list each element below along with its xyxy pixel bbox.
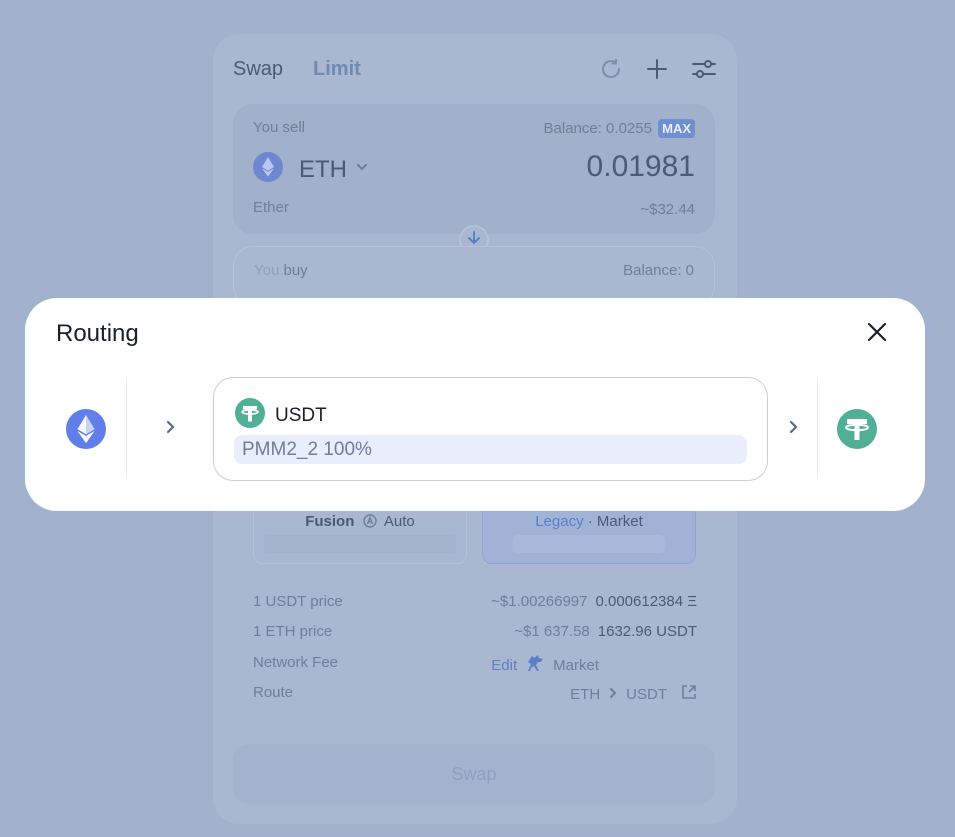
route-divider-right: [817, 378, 818, 478]
refresh-icon[interactable]: [599, 57, 623, 81]
market-label: · Market: [587, 513, 643, 530]
swap-topbar: Swap Limit: [233, 54, 717, 84]
max-button[interactable]: MAX: [658, 119, 695, 138]
route-row: Route ETH USDT: [253, 684, 697, 706]
eth-price-usdt: 1632.96 USDT: [597, 623, 697, 640]
tab-limit[interactable]: Limit: [313, 58, 361, 81]
fusion-mode-bar: [264, 535, 456, 553]
usdt-token-icon: [837, 409, 877, 454]
route-from-token: ETH: [570, 685, 601, 703]
route-divider-left: [126, 378, 127, 478]
usdt-price-values: ~$1.00266997 0.000612384 Ξ: [491, 593, 697, 610]
route-step-token-symbol: USDT: [275, 405, 327, 426]
routing-modal: Routing USDT PMM2_2 100%: [25, 298, 925, 511]
sell-token-selector[interactable]: ETH: [253, 152, 369, 187]
sell-panel: You sell Balance: 0.0255 MAX ETH 0.01981…: [233, 104, 715, 234]
topbar-actions: [599, 57, 717, 81]
network-fee-values: Edit Market: [491, 654, 599, 676]
network-fee-row: Network Fee Edit Market: [253, 654, 697, 676]
usdt-price-usd: ~$1.00266997: [491, 593, 588, 610]
route-to-token: USDT: [626, 685, 667, 703]
fee-edit-link[interactable]: Edit: [491, 657, 517, 674]
tab-swap[interactable]: Swap: [233, 58, 283, 81]
usdt-price-row: 1 USDT price ~$1.00266997 0.000612384 Ξ: [253, 593, 697, 615]
sell-balance: Balance: 0.0255 MAX: [544, 119, 695, 138]
usdt-price-eth: 0.000612384 Ξ: [595, 593, 697, 610]
usdt-price-label: 1 USDT price: [253, 593, 343, 610]
eth-price-row: 1 ETH price ~$1 637.58 1632.96 USDT: [253, 623, 697, 645]
eth-icon: [253, 152, 283, 187]
eth-price-label: 1 ETH price: [253, 623, 333, 640]
auto-label: Auto: [383, 513, 415, 530]
sell-balance-text: Balance: 0.0255: [543, 120, 652, 137]
modal-title: Routing: [56, 320, 139, 347]
buy-panel: You buy Balance: 0: [233, 246, 715, 306]
sell-label: You sell: [253, 119, 305, 136]
legacy-label: Legacy: [535, 513, 584, 530]
legacy-mode-label: Legacy · Market: [483, 513, 695, 530]
eth-price-usd: ~$1 637.58: [514, 623, 590, 640]
chevron-right-icon: [788, 418, 800, 441]
sell-usd-value: ~$32.44: [640, 201, 695, 218]
chevron-right-icon: [165, 418, 177, 441]
settings-sliders-icon[interactable]: [691, 57, 717, 81]
fee-mode: Market: [553, 656, 599, 674]
chevron-down-icon: [355, 160, 369, 179]
swap-button[interactable]: Swap: [233, 744, 715, 804]
sell-amount-input[interactable]: 0.01981: [587, 150, 695, 184]
close-button[interactable]: [863, 320, 891, 348]
fusion-label: Fusion: [305, 513, 355, 530]
fusion-mode-option[interactable]: Fusion Auto: [253, 504, 467, 564]
buy-label: You buy: [254, 262, 308, 279]
horse-icon: [525, 654, 545, 676]
chevron-right-icon: [608, 686, 618, 703]
buy-balance: Balance: 0: [623, 262, 694, 279]
network-fee-label: Network Fee: [253, 654, 339, 671]
route-pool-bar: PMM2_2 100%: [234, 435, 747, 464]
sell-token-name: Ether: [253, 199, 289, 216]
buy-label-buy: buy: [283, 262, 308, 279]
usdt-icon: [235, 398, 265, 434]
expand-icon[interactable]: [681, 684, 697, 704]
add-icon[interactable]: [645, 57, 669, 81]
legacy-mode-option[interactable]: Legacy · Market: [482, 504, 696, 564]
fusion-mode-label: Fusion Auto: [254, 513, 466, 532]
route-label: Route: [253, 684, 294, 701]
buy-label-you: You: [254, 262, 280, 279]
auto-icon: [362, 514, 377, 532]
route-step-box: USDT PMM2_2 100%: [213, 377, 768, 481]
route-summary[interactable]: ETH USDT: [570, 684, 697, 704]
legacy-mode-bar: [513, 535, 665, 553]
eth-price-values: ~$1 637.58 1632.96 USDT: [514, 623, 697, 640]
close-icon: [867, 322, 887, 347]
sell-token-symbol: ETH: [299, 155, 347, 183]
route-step-token: USDT: [235, 398, 327, 434]
eth-token-icon: [66, 409, 106, 454]
